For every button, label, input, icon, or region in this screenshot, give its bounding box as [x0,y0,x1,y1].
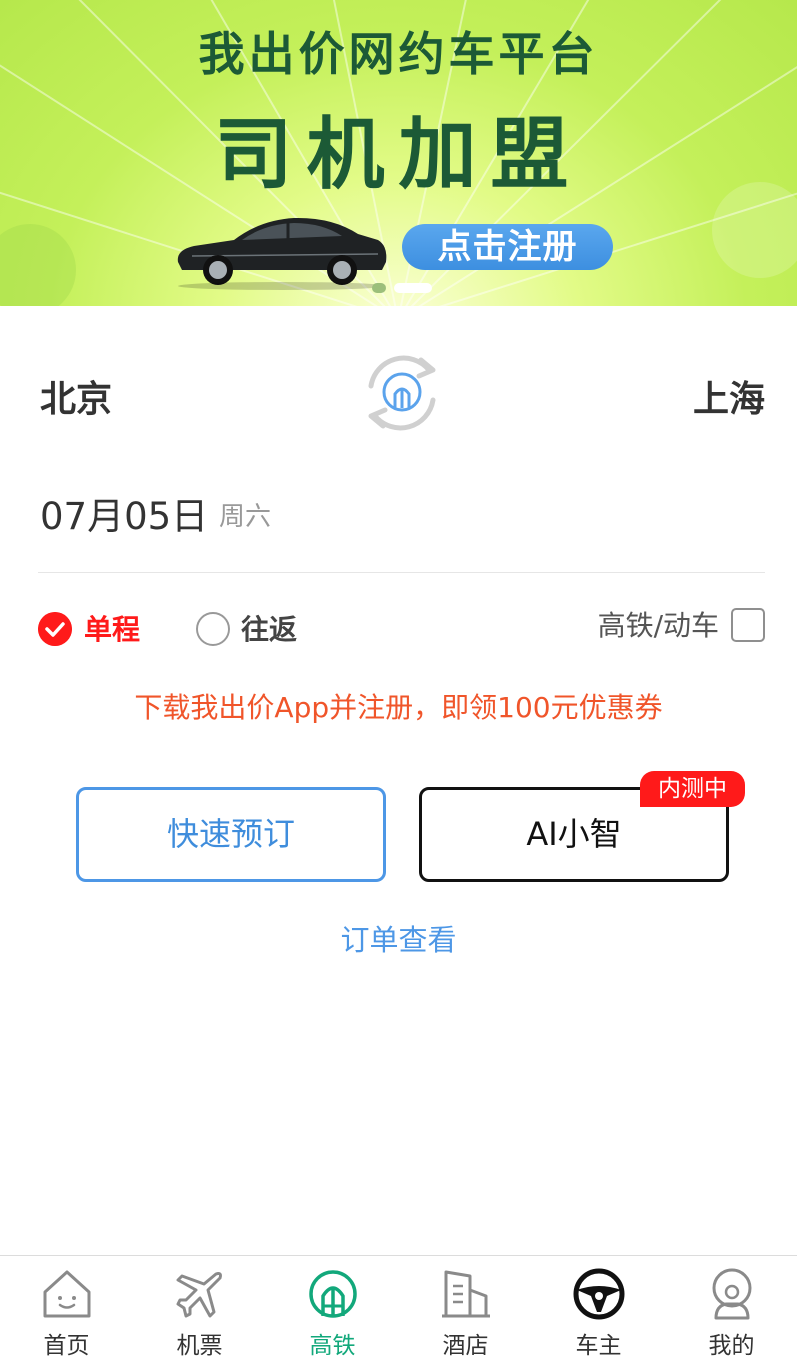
tab-label: 机票 [176,1333,223,1358]
departure-date[interactable]: 07月05日 [40,486,208,540]
airplane-icon [176,1272,222,1318]
departure-station[interactable]: 北京 [40,370,112,422]
train-icon [309,1270,357,1318]
carousel-dot-active[interactable] [394,283,432,293]
high-speed-only-checkbox[interactable] [731,608,765,642]
tab-driver[interactable]: 车主 [532,1256,665,1358]
tab-flights[interactable]: 机票 [133,1256,266,1358]
tab-label: 首页 [43,1333,90,1358]
building-icon [442,1270,490,1318]
tab-train[interactable]: 高铁 [266,1256,399,1358]
high-speed-only-label[interactable]: 高铁/动车 [598,604,719,644]
round-trip-radio-icon[interactable] [196,612,230,646]
tab-profile[interactable]: 我的 [665,1256,797,1358]
arrival-station[interactable]: 上海 [693,370,765,422]
one-way-label[interactable]: 单程 [84,608,140,648]
departure-weekday: 周六 [219,502,272,532]
car-image [177,217,387,290]
tab-label: 我的 [708,1333,755,1358]
bottom-tab-bar: 首页 机票 高铁 酒店 车主 我的 [0,1255,797,1358]
tab-home[interactable]: 首页 [0,1256,133,1358]
round-trip-label[interactable]: 往返 [241,608,297,648]
steering-wheel-icon [573,1268,625,1320]
banner-headline: 我出价网约车平台 [198,27,599,81]
promo-text[interactable]: 下载我出价App并注册，即领100元优惠券 [0,686,797,726]
register-button[interactable]: 点击注册 [402,224,613,270]
quick-book-button[interactable]: 快速预订 [76,787,386,882]
tab-label: 高铁 [309,1333,356,1358]
tab-hotel[interactable]: 酒店 [399,1256,532,1358]
divider [38,572,765,573]
swap-stations-icon[interactable] [355,346,449,440]
profile-icon [712,1268,752,1320]
tab-label: 车主 [575,1333,622,1358]
carousel-dot[interactable] [372,283,386,293]
one-way-radio-checked-icon[interactable] [38,612,72,646]
beta-badge: 内测中 [640,771,745,807]
home-icon [43,1270,91,1318]
tab-label: 酒店 [442,1333,489,1358]
promo-banner[interactable]: 我出价网约车平台 司机加盟 点击注册 [0,0,797,306]
banner-subheadline: 司机加盟 [214,110,583,200]
view-orders-link[interactable]: 订单查看 [0,917,797,959]
